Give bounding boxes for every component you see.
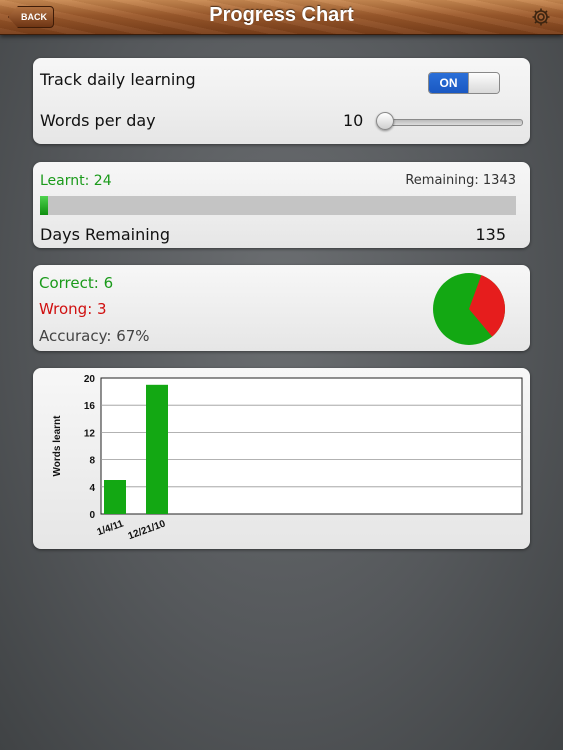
x-tick-label: 12/21/10	[127, 518, 168, 542]
words-per-day-value: 10	[343, 111, 364, 130]
words-per-day-label: Words per day	[40, 111, 156, 130]
bar-12-21-10	[146, 384, 168, 514]
accuracy-panel: Correct: 6 Wrong: 3 Accuracy: 67%	[33, 265, 530, 351]
track-daily-toggle[interactable]: ON	[428, 72, 500, 94]
words-per-day-slider-track[interactable]	[381, 119, 523, 126]
days-remaining-value: 135	[475, 225, 506, 244]
y-tick-label: 12	[84, 428, 96, 439]
progress-bar-fill	[40, 196, 49, 215]
progress-bar	[40, 196, 516, 215]
words-learnt-bar-chart: 0 4 8 12 16 20 Words learnt 1/4/11 12/21/10	[52, 374, 523, 542]
settings-panel: Track daily learning ON Words per day 10	[33, 58, 530, 144]
wrong-count: Wrong: 3	[39, 300, 107, 318]
y-axis-label: Words learnt	[52, 415, 63, 477]
remaining-count: Remaining: 1343	[405, 173, 516, 188]
y-tick-label: 8	[89, 456, 95, 467]
toggle-on-label: ON	[429, 73, 468, 93]
learnt-count: Learnt: 24	[40, 173, 112, 189]
x-tick-label: 1/4/11	[96, 518, 126, 538]
y-tick-label: 0	[89, 510, 95, 521]
navigation-bar: BACK Progress Chart	[0, 0, 563, 35]
accuracy-pie-chart	[433, 273, 505, 345]
track-daily-label: Track daily learning	[40, 70, 196, 89]
y-tick-label: 16	[84, 401, 96, 412]
toggle-knob[interactable]	[468, 73, 499, 93]
words-learnt-chart-panel: 0 4 8 12 16 20 Words learnt 1/4/11 12/21/10	[33, 368, 530, 549]
bar-1-4-11	[104, 480, 126, 514]
page-title: Progress Chart	[209, 4, 354, 26]
y-tick-label: 20	[84, 374, 96, 385]
days-remaining-label: Days Remaining	[40, 225, 170, 244]
gear-icon[interactable]	[531, 7, 551, 27]
words-per-day-slider-thumb[interactable]	[376, 112, 394, 130]
y-tick-label: 4	[89, 483, 95, 494]
correct-count: Correct: 6	[39, 274, 114, 292]
accuracy-percent: Accuracy: 67%	[39, 327, 150, 345]
progress-panel: Learnt: 24 Remaining: 1343 Days Remainin…	[33, 162, 530, 248]
